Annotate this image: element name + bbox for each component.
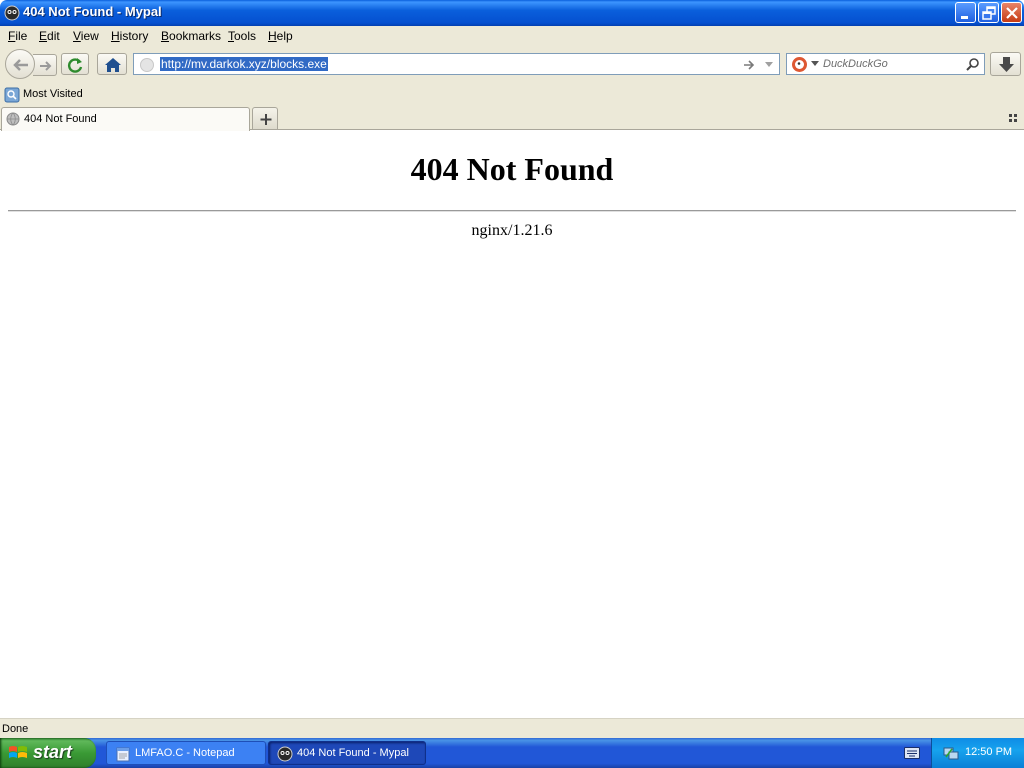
duckduckgo-icon[interactable] bbox=[791, 56, 808, 73]
menu-help[interactable]: Help bbox=[268, 29, 293, 43]
bookmark-folder-icon bbox=[4, 87, 20, 103]
search-bar[interactable] bbox=[786, 53, 985, 75]
menu-bookmarks[interactable]: Bookmarks bbox=[161, 29, 221, 43]
taskbar-item-notepad[interactable]: LMFAO.C - Notepad bbox=[106, 741, 266, 765]
reload-button[interactable] bbox=[61, 53, 89, 75]
network-icon[interactable] bbox=[943, 745, 959, 761]
mypal-logo-icon bbox=[4, 5, 20, 21]
start-button[interactable]: start bbox=[0, 738, 96, 768]
go-arrow-icon[interactable] bbox=[742, 58, 756, 72]
keyboard-icon[interactable] bbox=[904, 747, 920, 759]
dropdown-icon[interactable] bbox=[763, 58, 775, 70]
windows-flag-icon bbox=[9, 746, 27, 758]
mypal-logo-icon bbox=[277, 746, 293, 762]
globe-icon bbox=[6, 112, 20, 126]
close-icon bbox=[1006, 7, 1018, 19]
search-icon[interactable] bbox=[965, 57, 980, 72]
url-bar[interactable]: http://mv.darkok.xyz/blocks.exe bbox=[133, 53, 780, 75]
divider bbox=[8, 210, 1016, 212]
search-input[interactable] bbox=[823, 58, 963, 70]
tab-strip: 404 Not Found bbox=[0, 106, 1024, 131]
tab-404-not-found[interactable]: 404 Not Found bbox=[1, 107, 250, 131]
notepad-icon bbox=[116, 747, 130, 762]
minimize-icon bbox=[961, 16, 968, 19]
download-icon bbox=[999, 57, 1014, 72]
back-button[interactable] bbox=[5, 49, 35, 79]
menu-file[interactable]: File bbox=[8, 29, 27, 43]
back-arrow-icon bbox=[13, 59, 28, 71]
bookmarks-toolbar: Most Visited bbox=[0, 84, 1024, 106]
forward-arrow-icon bbox=[40, 61, 52, 71]
window-titlebar[interactable]: 404 Not Found - Mypal bbox=[0, 0, 1024, 26]
taskbar-item-label: LMFAO.C - Notepad bbox=[135, 747, 235, 759]
maximize-icon bbox=[982, 6, 996, 20]
start-label: start bbox=[33, 742, 73, 762]
page-content: 404 Not Found nginx/1.21.6 bbox=[0, 131, 1024, 718]
menu-history[interactable]: History bbox=[111, 29, 148, 43]
taskbar-item-mypal[interactable]: 404 Not Found - Mypal bbox=[268, 741, 426, 765]
home-icon bbox=[105, 58, 121, 72]
menu-bar: File Edit View History Bookmarks Tools H… bbox=[0, 26, 1024, 46]
window-title: 404 Not Found - Mypal bbox=[23, 4, 162, 19]
globe-icon bbox=[140, 58, 154, 72]
system-tray: 12:50 PM bbox=[931, 738, 1024, 768]
taskbar: start LMFAO.C - Notepad 404 Not Found - … bbox=[0, 738, 1024, 768]
plus-icon bbox=[260, 114, 272, 125]
url-text[interactable]: http://mv.darkok.xyz/blocks.exe bbox=[160, 57, 328, 71]
taskbar-item-label: 404 Not Found - Mypal bbox=[297, 747, 409, 759]
menu-view[interactable]: View bbox=[73, 29, 99, 43]
page-heading: 404 Not Found bbox=[410, 151, 614, 187]
restore-button[interactable] bbox=[978, 2, 999, 23]
clock: 12:50 PM bbox=[965, 746, 1013, 758]
navigation-toolbar: http://mv.darkok.xyz/blocks.exe bbox=[0, 46, 1024, 84]
tab-label: 404 Not Found bbox=[24, 113, 97, 125]
menu-tools[interactable]: Tools bbox=[228, 29, 256, 43]
home-button[interactable] bbox=[97, 53, 127, 75]
reload-icon bbox=[68, 58, 83, 73]
list-all-tabs-icon[interactable] bbox=[1008, 113, 1018, 123]
new-tab-button[interactable] bbox=[252, 107, 278, 129]
close-button[interactable] bbox=[1001, 2, 1022, 23]
bookmark-most-visited[interactable]: Most Visited bbox=[23, 88, 83, 100]
chevron-down-icon[interactable] bbox=[811, 61, 819, 67]
status-text: Done bbox=[2, 723, 29, 735]
status-bar: Done bbox=[0, 718, 1024, 738]
server-signature: nginx/1.21.6 bbox=[471, 222, 553, 239]
menu-edit[interactable]: Edit bbox=[39, 29, 60, 43]
forward-button[interactable] bbox=[33, 54, 57, 76]
download-button[interactable] bbox=[990, 52, 1021, 76]
minimize-button[interactable] bbox=[955, 2, 976, 23]
